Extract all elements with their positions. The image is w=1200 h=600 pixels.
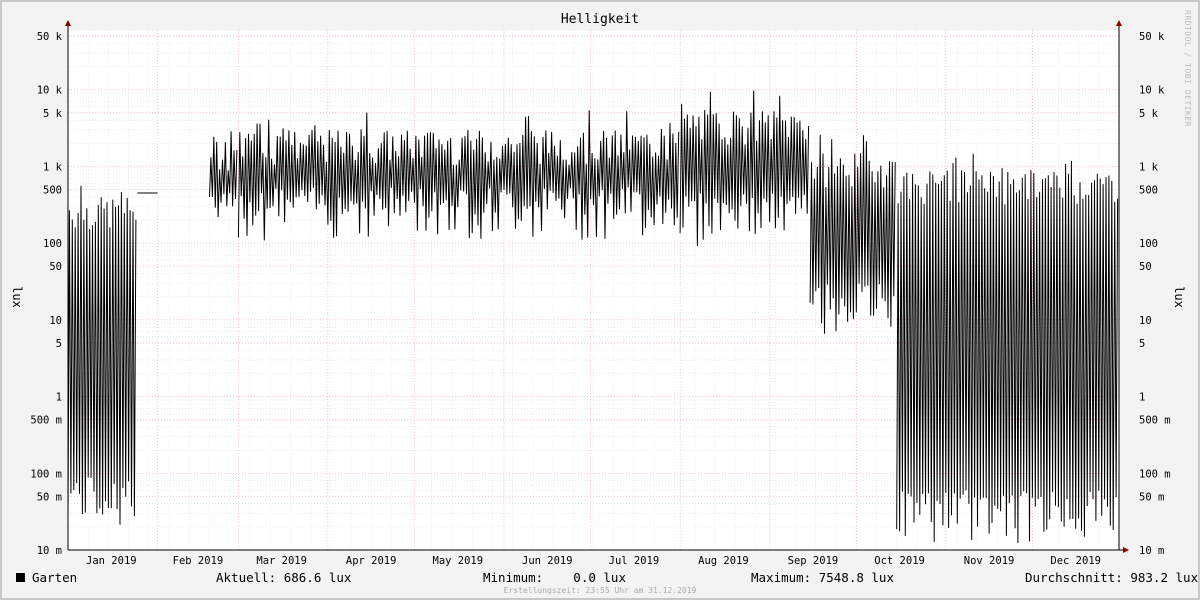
y-tick-label-left: 50 [49,261,62,273]
y-tick-label-left: 50 k [37,31,63,43]
y-tick-label-right: 500 [1139,185,1158,197]
x-tick-label: May 2019 [433,555,484,567]
y-tick-label-right: 5 [1139,338,1145,350]
y-axis-arrow-left [65,20,71,26]
y-tick-label-right: 50 [1139,261,1152,273]
y-tick-label-right: 100 [1139,238,1158,250]
y-tick-label-right: 10 m [1139,545,1164,557]
y-tick-label-left: 10 [49,315,62,327]
y-axis-arrow-right [1116,20,1122,26]
x-tick-label: Jan 2019 [86,555,137,567]
y-tick-label-left: 10 m [37,545,62,557]
chart-window: Helligkeit RRDTOOL / TOBI OETIKER lux lu… [0,0,1200,600]
y-tick-label-right: 100 m [1139,468,1171,480]
y-tick-label-left: 1 k [43,161,63,173]
x-tick-label: Sep 2019 [788,555,839,567]
stat-minimum: Minimum: 0.0 lux [483,570,626,585]
y-tick-label-right: 50 k [1139,31,1165,43]
y-tick-label-left: 500 [43,185,62,197]
stat-average: Durchschnitt: 983.2 lux [1025,570,1199,585]
y-tick-label-left: 50 m [37,491,62,503]
x-tick-label: Oct 2019 [874,555,925,567]
legend-swatch [16,573,25,582]
x-tick-label: Apr 2019 [346,555,397,567]
y-tick-label-right: 10 k [1139,85,1165,97]
x-tick-label: Dec 2019 [1050,555,1101,567]
stat-current: Aktuell: 686.6 lux [216,570,352,585]
y-tick-label-left: 5 k [43,108,63,120]
x-tick-label: Mar 2019 [256,555,307,567]
x-tick-label: Jul 2019 [609,555,660,567]
y-tick-label-right: 1 [1139,392,1145,404]
stat-maximum: Maximum: 7548.8 lux [751,570,894,585]
y-tick-label-left: 1 [56,392,62,404]
legend-label: Garten [32,570,78,585]
x-tick-label: Nov 2019 [964,555,1015,567]
y-tick-label-right: 5 k [1139,108,1159,120]
x-tick-label: Feb 2019 [173,555,224,567]
creation-time-footer: Erstellungszeit: 23:55 Uhr am 31.12.2019 [503,586,697,595]
y-tick-label-left: 5 [56,338,62,350]
y-tick-label-left: 10 k [37,85,63,97]
y-tick-label-right: 10 [1139,315,1152,327]
x-axis-arrow [1123,547,1129,553]
legend: Garten [16,570,77,585]
chart-svg: 50 k 50 k 10 k 10 k 5 k 5 k 1 k 1 k 500 500 100 100… [30,20,1171,567]
y-tick-label-right: 500 m [1139,415,1171,427]
x-tick-label: Jun 2019 [522,555,573,567]
y-tick-label-right: 1 k [1139,161,1159,173]
y-tick-label-left: 500 m [30,415,62,427]
y-tick-label-left: 100 [43,238,62,250]
y-tick-label-left: 100 m [30,468,62,480]
y-tick-label-right: 50 m [1139,491,1164,503]
x-tick-label: Aug 2019 [698,555,749,567]
